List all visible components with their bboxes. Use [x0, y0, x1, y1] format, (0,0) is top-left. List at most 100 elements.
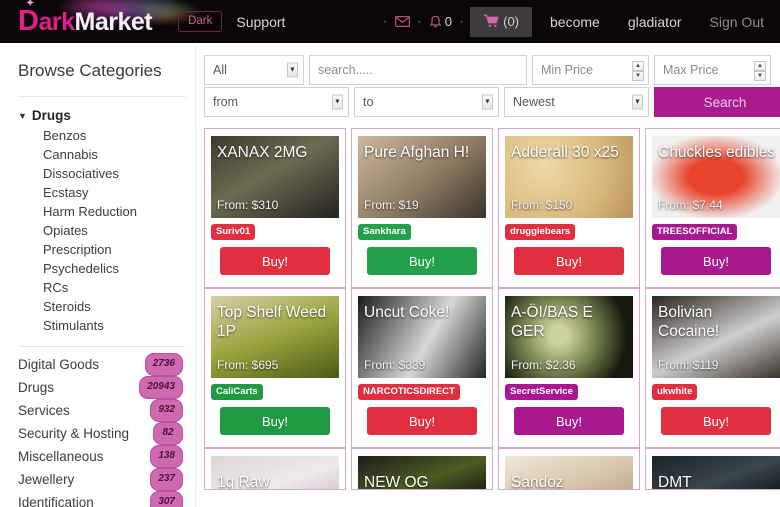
product-price: From: $310 [217, 198, 279, 212]
sidebar-item-dissociatives[interactable]: Dissociatives [43, 164, 195, 183]
search-row-primary: All ▼ search..... Min Price ▲ ▼ Max Price… [204, 55, 780, 85]
messages-button[interactable] [390, 16, 415, 27]
sort-select[interactable]: Newest ▼ [504, 87, 649, 117]
product-card[interactable]: Bolivian Cocaine! From: $119 ukwhite Buy… [645, 288, 780, 448]
sidebar-item-prescription[interactable]: Prescription [43, 240, 195, 259]
notification-count: 0 [444, 14, 452, 29]
sidebar-group-drugs[interactable]: ▼ Drugs [18, 108, 195, 123]
site-logo[interactable]: ✦ Dark Market [18, 0, 153, 38]
logo-dark-text: Dark [18, 5, 75, 37]
buy-button[interactable]: Buy! [661, 407, 771, 435]
product-title: Adderall 30 x25 [511, 144, 619, 161]
vendor-badge[interactable]: CaliCarts [211, 384, 263, 400]
product-card[interactable]: Chuckles edibles From: $7.44 TREESOFFICI… [645, 128, 780, 288]
buy-button[interactable]: Buy! [514, 407, 624, 435]
max-price-stepper[interactable]: ▲ ▼ [754, 61, 766, 81]
sidebar-item-cannabis[interactable]: Cannabis [43, 145, 195, 164]
product-card[interactable]: A-ÖI/BAS E GER From: $2.36 SecretService… [498, 288, 640, 448]
dot-separator-3: • [459, 16, 464, 27]
category-select[interactable]: All ▼ [204, 55, 304, 85]
sidebar-count-label: Jewellery [18, 471, 75, 487]
sidebar-item-jewellery[interactable]: Jewellery 237 [18, 468, 183, 491]
sidebar-item-digital-goods[interactable]: Digital Goods 2736 [18, 353, 183, 376]
buy-button[interactable]: Buy! [514, 247, 624, 275]
product-title: A-ÖI/BAS E GER [511, 304, 593, 340]
vendor-badge[interactable]: ukwhite [652, 384, 698, 400]
notifications-button[interactable]: 0 [424, 14, 457, 29]
from-select[interactable]: from ▼ [204, 87, 349, 117]
sidebar-group-label: Drugs [31, 108, 71, 123]
max-price-input[interactable]: Max Price ▲ ▼ [654, 55, 771, 85]
product-price: From: $150 [511, 198, 573, 212]
product-card[interactable]: Pure Afghan H! From: $19 Sankhara Buy! [351, 128, 493, 288]
product-thumbnail: Top Shelf Weed 1P From: $695 [211, 296, 339, 378]
vendor-badge[interactable]: SecretService [505, 384, 578, 400]
product-card[interactable]: 1g Raw [204, 448, 346, 490]
vendor-badge[interactable]: Suriv01 [211, 224, 256, 240]
gladiator-link[interactable]: gladiator [614, 14, 696, 30]
sidebar-item-rcs[interactable]: RCs [43, 278, 195, 297]
sidebar-item-benzos[interactable]: Benzos [43, 126, 195, 145]
product-thumbnail: Bolivian Cocaine! From: $119 [652, 296, 780, 378]
sign-out-link[interactable]: Sign Out [696, 14, 780, 30]
support-link[interactable]: Support [236, 14, 285, 30]
min-price-stepper[interactable]: ▲ ▼ [632, 61, 644, 81]
product-thumbnail: XANAX 2MG From: $310 [211, 136, 339, 218]
product-thumbnail: NEW OG [358, 456, 486, 489]
product-card[interactable]: Adderall 30 x25 From: $150 druggiebears … [498, 128, 640, 288]
product-card[interactable]: Sandoz [498, 448, 640, 490]
page-body: Browse Categories ▼ Drugs Benzos Cannabi… [0, 43, 780, 507]
sidebar-item-ecstasy[interactable]: Ecstasy [43, 183, 195, 202]
product-title: XANAX 2MG [217, 144, 308, 161]
product-card[interactable]: DMT [645, 448, 780, 490]
sidebar-item-harm-reduction[interactable]: Harm Reduction [43, 202, 195, 221]
product-title: Pure Afghan H! [364, 144, 470, 161]
sidebar-count-badge: 237 [150, 468, 183, 491]
buy-button[interactable]: Buy! [220, 407, 330, 435]
product-thumbnail: DMT [652, 456, 780, 490]
vendor-badge[interactable]: NARCOTICSDIRECT [358, 384, 460, 400]
product-card[interactable]: Uncut Coke! From: $339 NARCOTICSDIRECT B… [351, 288, 493, 448]
to-select[interactable]: to ▼ [354, 87, 499, 117]
product-title: Chuckles edibles [658, 144, 776, 161]
search-button[interactable]: Search [654, 87, 780, 117]
sidebar-item-identification[interactable]: Identification 307 [18, 491, 183, 507]
cart-button[interactable]: (0) [470, 6, 532, 37]
sidebar-count-badge: 307 [150, 491, 183, 507]
sidebar-count-label: Security & Hosting [18, 425, 130, 441]
max-price-placeholder: Max Price [663, 63, 719, 77]
vendor-badge[interactable]: druggiebears [505, 224, 576, 240]
min-price-input[interactable]: Min Price ▲ ▼ [532, 55, 649, 85]
product-title: Top Shelf Weed 1P [217, 304, 327, 340]
sidebar-count-badge: 138 [150, 445, 183, 468]
product-card[interactable]: Top Shelf Weed 1P From: $695 CaliCarts B… [204, 288, 346, 448]
product-price: From: $7.44 [658, 198, 723, 212]
sidebar-item-opiates[interactable]: Opiates [43, 221, 195, 240]
search-input[interactable]: search..... [309, 55, 527, 85]
vendor-badge[interactable]: Sankhara [358, 224, 411, 240]
product-card[interactable]: XANAX 2MG From: $310 Suriv01 Buy! [204, 128, 346, 288]
dark-mode-button[interactable]: Dark [178, 11, 223, 32]
sidebar-item-drugs[interactable]: Drugs 20943 [18, 376, 183, 399]
sidebar-item-stimulants[interactable]: Stimulants [43, 316, 195, 335]
product-title: DMT [658, 474, 692, 490]
sidebar-item-miscellaneous[interactable]: Miscellaneous 138 [18, 445, 183, 468]
buy-button[interactable]: Buy! [367, 247, 477, 275]
product-card[interactable]: NEW OG [351, 448, 493, 490]
sidebar-divider-bottom [18, 346, 186, 347]
product-thumbnail: Sandoz [505, 456, 633, 489]
buy-button[interactable]: Buy! [661, 247, 771, 275]
product-thumbnail: Adderall 30 x25 From: $150 [505, 136, 633, 218]
sidebar-item-steroids[interactable]: Steroids [43, 297, 195, 316]
buy-button[interactable]: Buy! [220, 247, 330, 275]
sidebar-count-badge: 82 [153, 422, 183, 445]
vendor-badge[interactable]: TREESOFFICIAL [652, 224, 738, 240]
become-link[interactable]: become [536, 14, 614, 30]
sidebar-item-security-hosting[interactable]: Security & Hosting 82 [18, 422, 183, 445]
product-price: From: $339 [364, 358, 426, 372]
to-select-value: to [363, 95, 374, 109]
sidebar-item-services[interactable]: Services 932 [18, 399, 183, 422]
buy-button[interactable]: Buy! [367, 407, 477, 435]
sidebar-item-psychedelics[interactable]: Psychedelics [43, 259, 195, 278]
product-thumbnail: Uncut Coke! From: $339 [358, 296, 486, 378]
